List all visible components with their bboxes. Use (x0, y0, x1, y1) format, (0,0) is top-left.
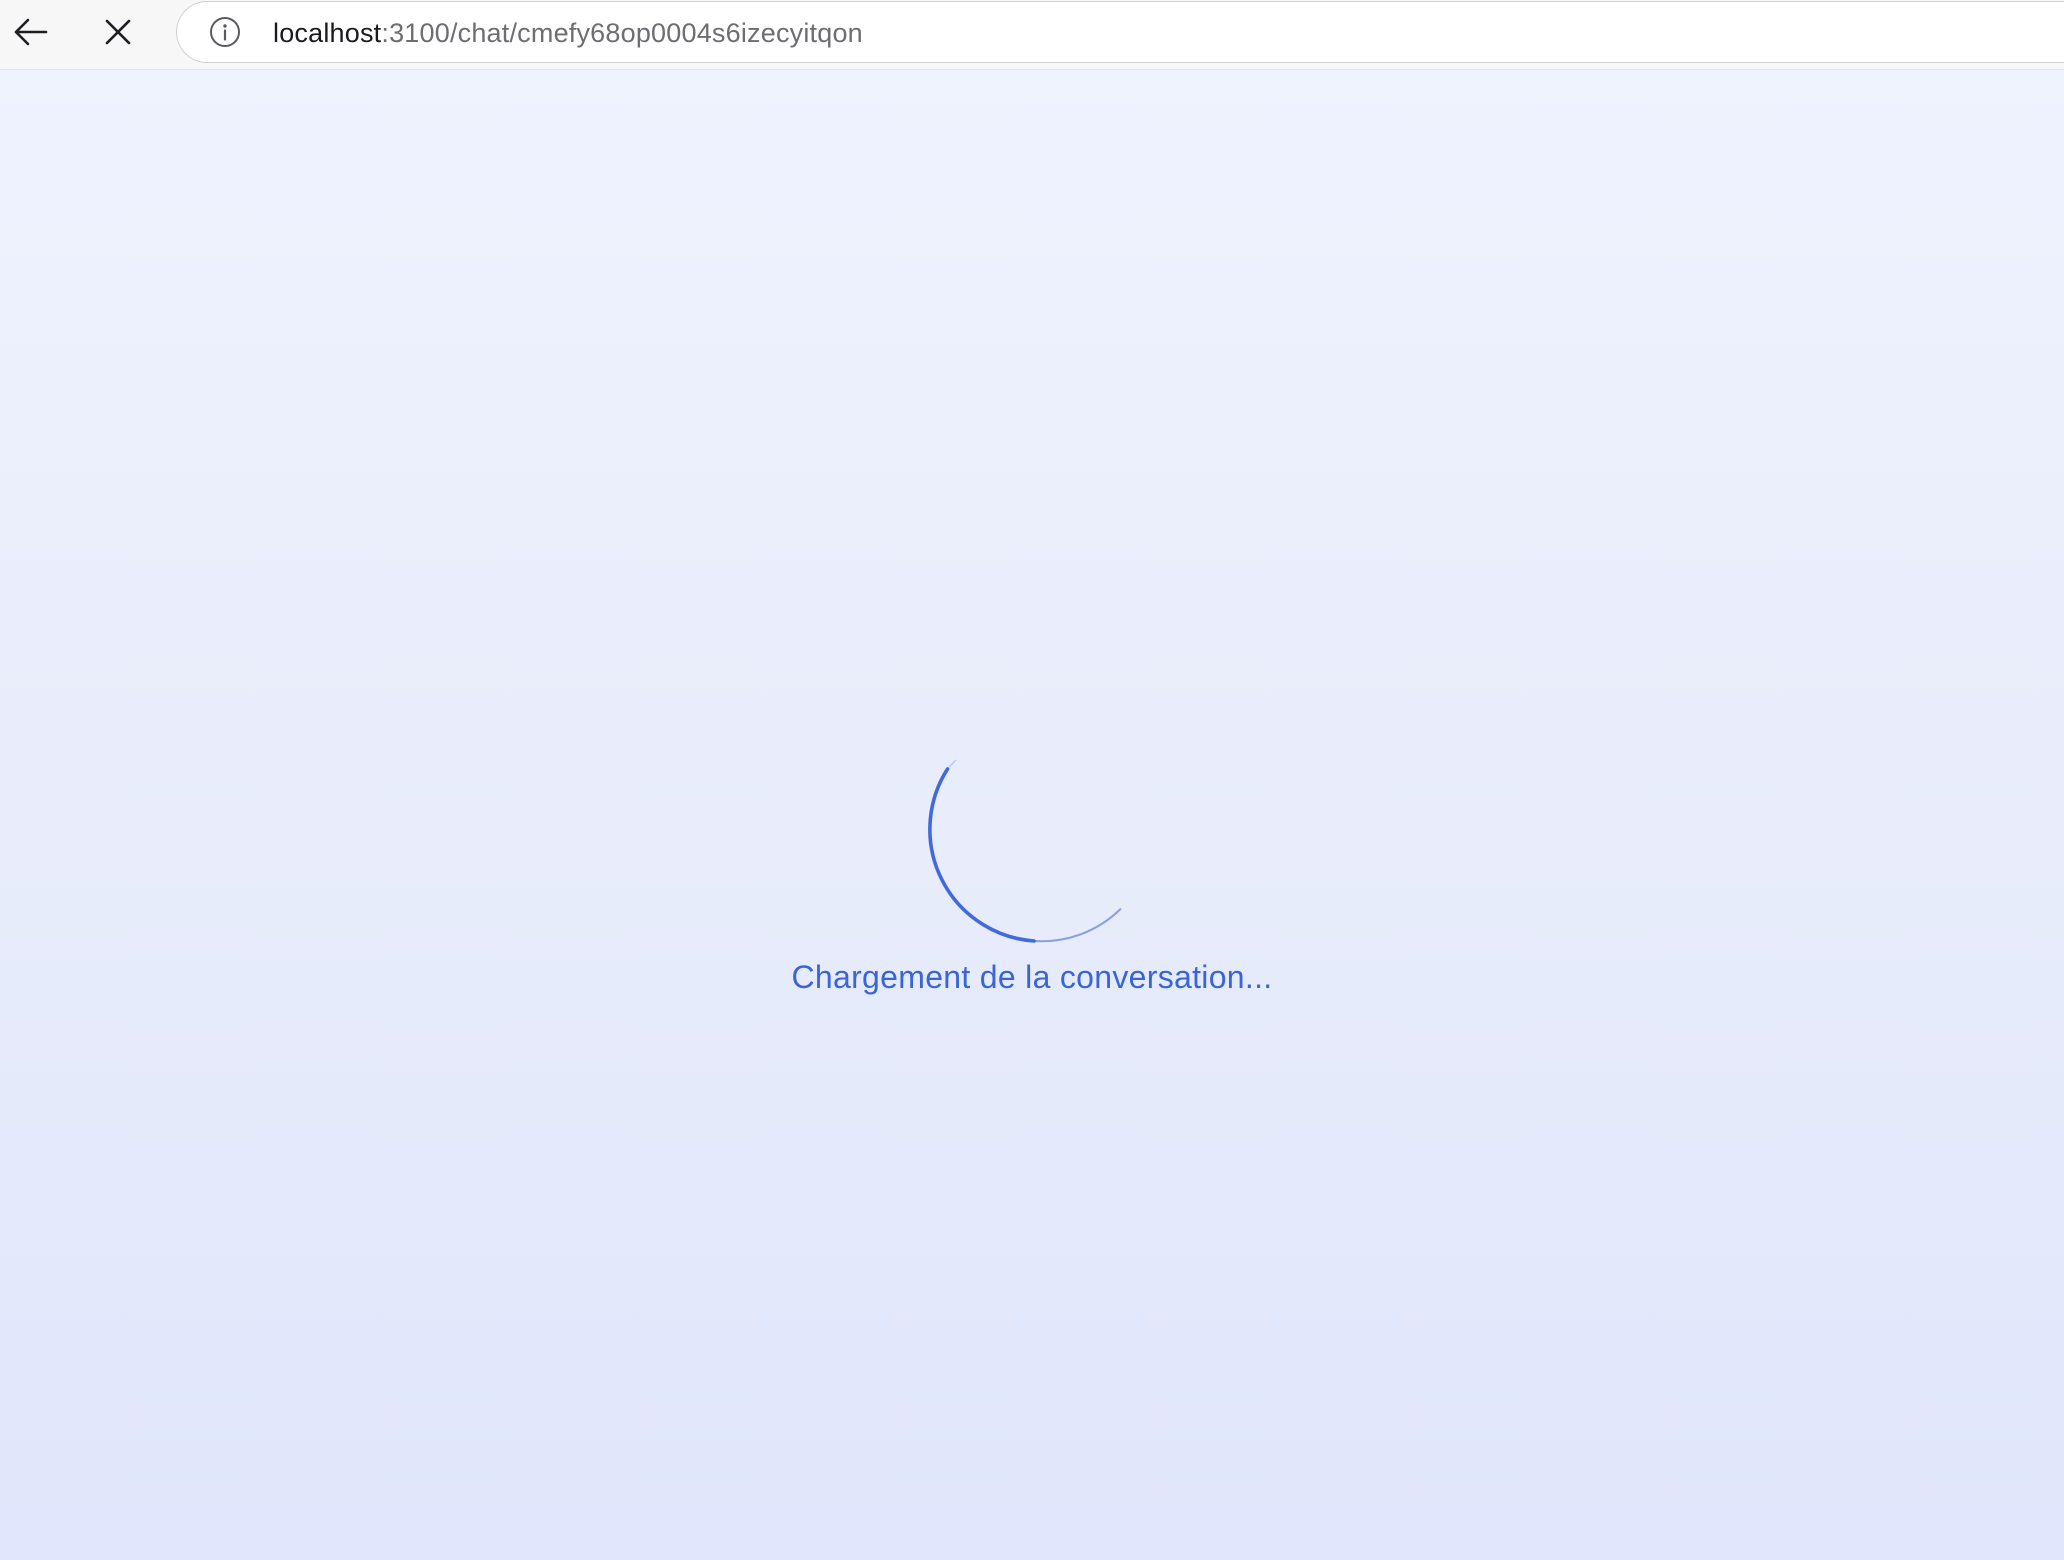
arrow-left-icon (14, 18, 48, 46)
url-host: localhost (273, 18, 382, 48)
loading-message: Chargement de la conversation... (791, 959, 1273, 995)
address-bar[interactable]: localhost:3100/chat/cmefy68op0004s6izecy… (176, 1, 2064, 63)
info-icon[interactable] (209, 16, 241, 48)
back-button[interactable] (6, 8, 54, 56)
url-path: :3100/chat/cmefy68op0004s6izecyitqon (381, 18, 863, 48)
browser-toolbar: localhost:3100/chat/cmefy68op0004s6izecy… (0, 0, 2064, 70)
stop-loading-button[interactable] (94, 8, 142, 56)
loading-spinner (928, 759, 1122, 943)
page-content: Chargement de la conversation... (0, 70, 2064, 1560)
url-text[interactable]: localhost:3100/chat/cmefy68op0004s6izecy… (273, 17, 863, 49)
close-icon (105, 19, 131, 45)
